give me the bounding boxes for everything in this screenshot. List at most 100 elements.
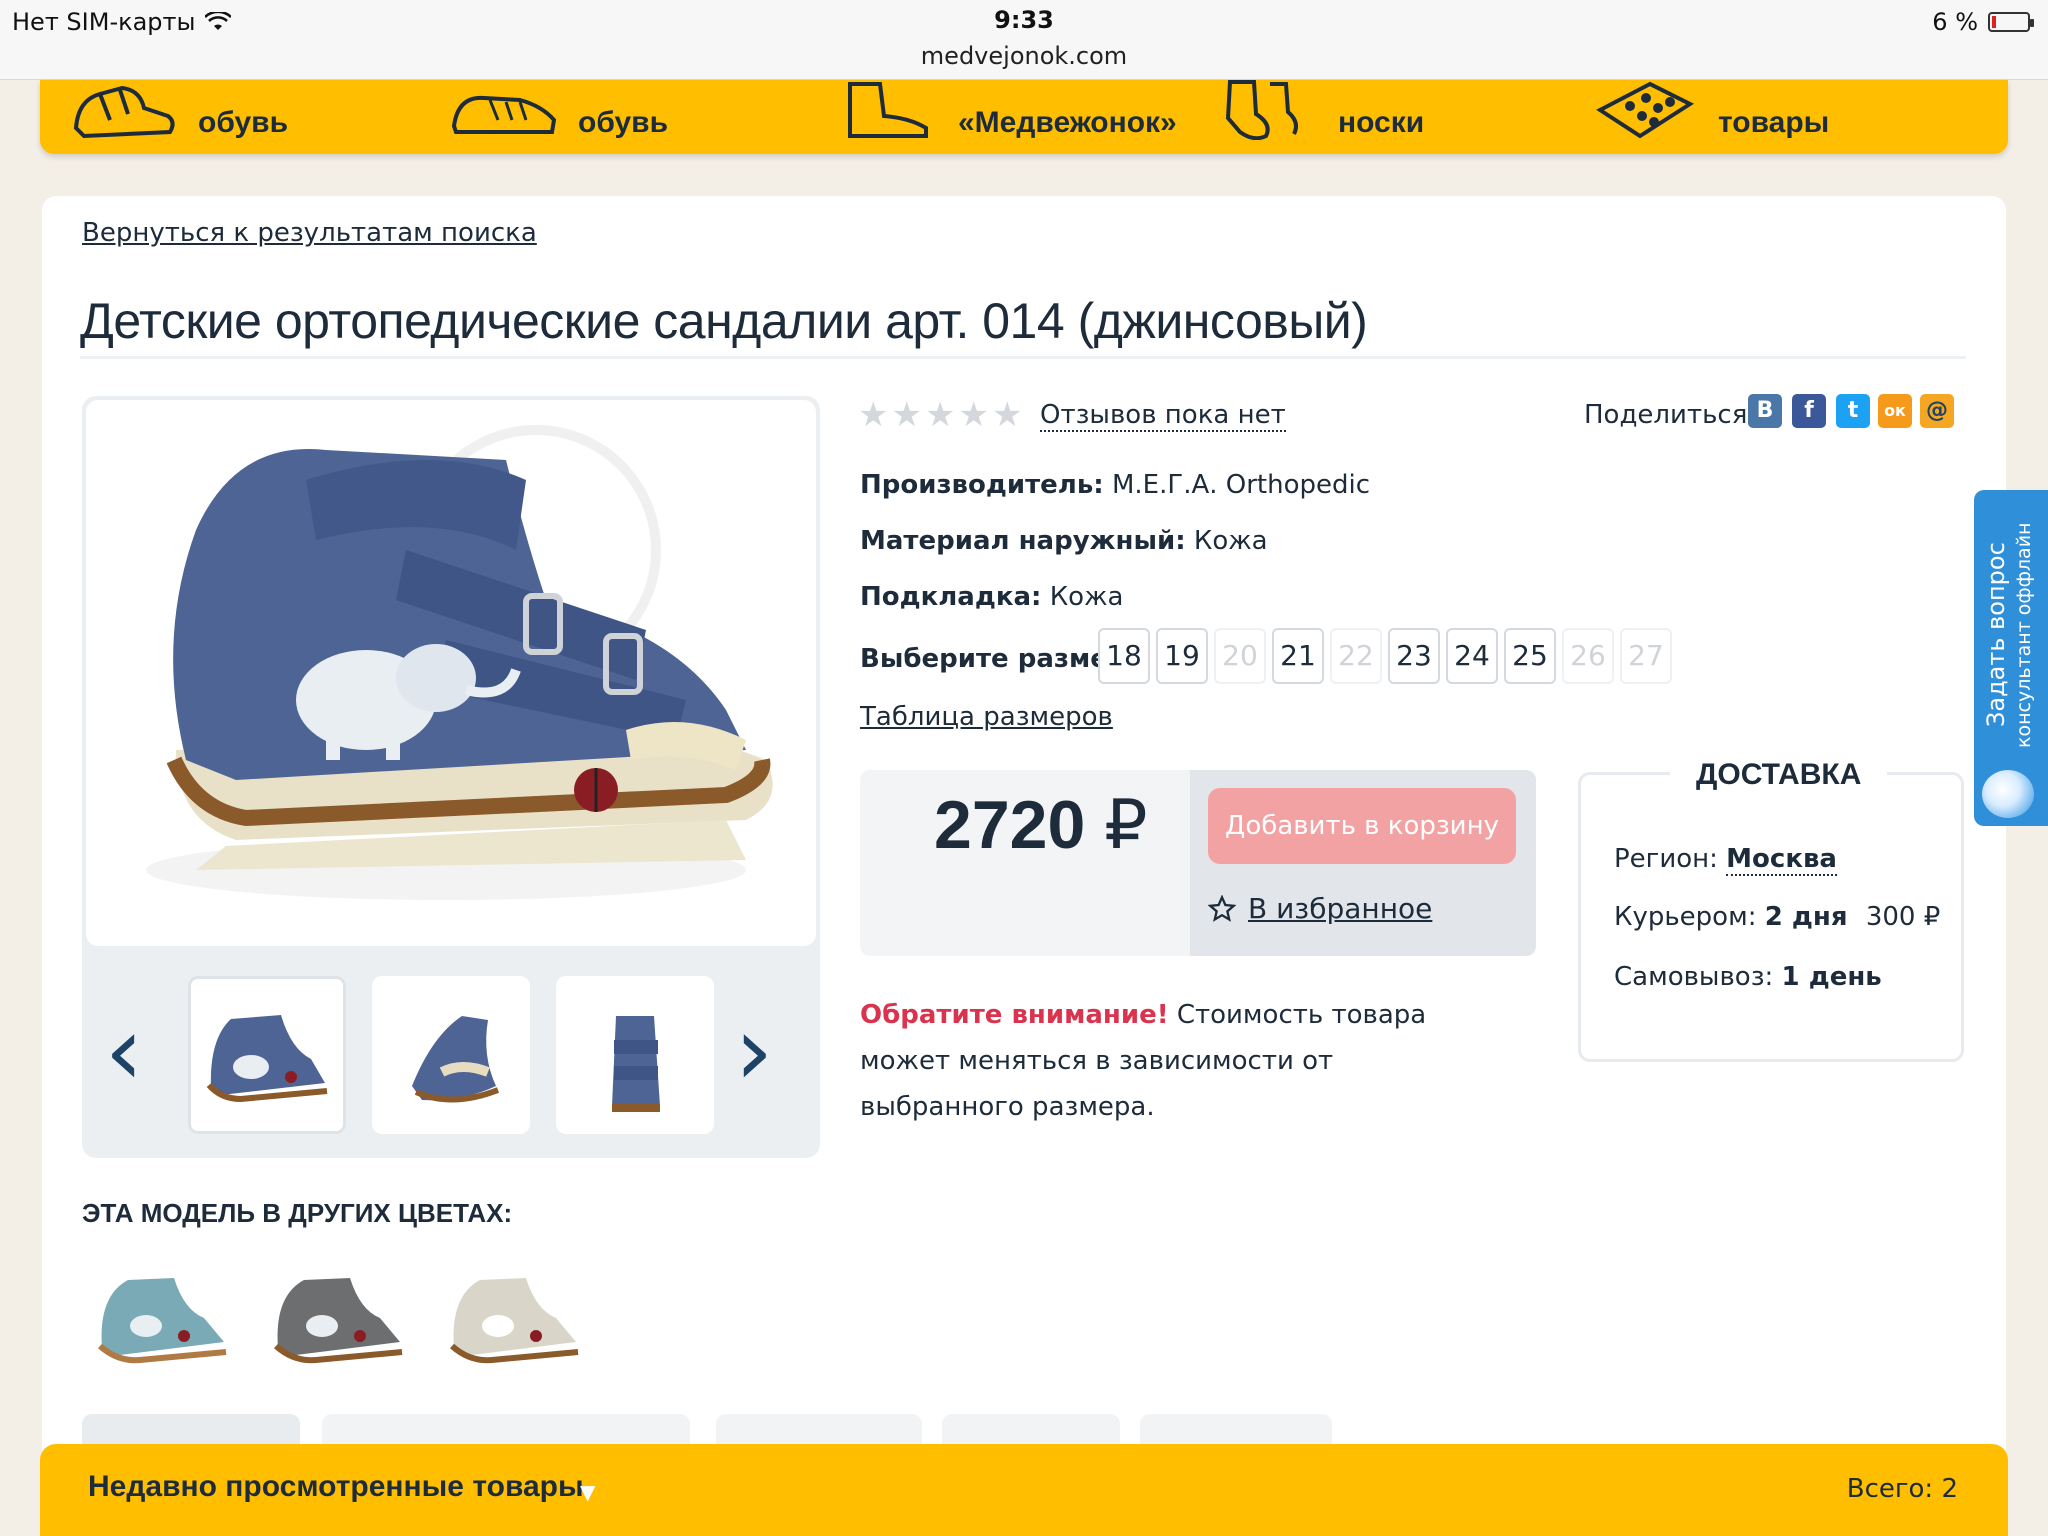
add-to-favorites-link[interactable]: В избранное xyxy=(1208,892,1432,925)
title-divider xyxy=(80,356,1966,359)
sandal-photo xyxy=(146,425,773,900)
variant-image xyxy=(98,1278,227,1364)
size-option[interactable]: 21 xyxy=(1272,628,1324,684)
star-outline-icon xyxy=(1208,894,1236,922)
share-label: Поделиться xyxy=(1584,400,1748,430)
star-icon: ★ xyxy=(924,395,956,435)
battery-label: 6 % xyxy=(1932,8,1978,36)
main-product-image[interactable] xyxy=(86,400,816,946)
category-item-5[interactable]: товары xyxy=(1590,80,1829,154)
pickup-label: Самовывоз: xyxy=(1614,962,1774,992)
ask-question-subtitle: консультант оффлайн xyxy=(2013,522,2035,748)
back-to-results-link[interactable]: Вернуться к результатам поиска xyxy=(82,218,537,248)
other-colors-heading: ЭТА МОДЕЛЬ В ДРУГИХ ЦВЕТАХ: xyxy=(82,1198,513,1228)
size-option[interactable]: 24 xyxy=(1446,628,1498,684)
currency-sign: ₽ xyxy=(1104,787,1148,863)
outer-material-value: Кожа xyxy=(1193,526,1268,556)
recently-viewed-toggle[interactable]: Недавно просмотренные товары xyxy=(88,1470,584,1504)
category-label: товары xyxy=(1718,106,1830,139)
pickup-days: 1 день xyxy=(1781,962,1882,992)
gallery-thumbnail-1[interactable] xyxy=(188,976,346,1134)
lining-label: Подкладка: xyxy=(860,582,1042,612)
category-label: обувь xyxy=(198,106,289,139)
manufacturer-label: Производитель: xyxy=(860,470,1104,500)
gallery-next-button[interactable]: › xyxy=(734,996,774,1106)
facebook-icon[interactable]: f xyxy=(1792,394,1826,428)
boot-icon xyxy=(848,82,928,138)
socks-icon xyxy=(1225,80,1298,140)
battery-icon xyxy=(1988,12,2034,32)
ask-question-tab[interactable]: Задать вопрос консультант оффлайн xyxy=(1974,490,2048,826)
product-gallery: ‹ › xyxy=(82,396,820,1158)
address-bar[interactable]: medvejonok.com xyxy=(0,42,2048,70)
region-label: Регион: xyxy=(1614,844,1718,874)
recently-viewed-count: Всего: 2 xyxy=(1846,1474,1958,1504)
favorites-label: В избранное xyxy=(1248,892,1433,925)
gallery-prev-button[interactable]: ‹ xyxy=(104,996,144,1106)
courier-price: 300 ₽ xyxy=(1865,902,1941,932)
size-table-link[interactable]: Таблица размеров xyxy=(860,702,1113,732)
delivery-title: ДОСТАВКА xyxy=(1670,758,1888,792)
info-tab-4[interactable] xyxy=(942,1414,1120,1444)
region-select-link[interactable]: Москва xyxy=(1726,844,1837,876)
ask-question-text: Задать вопрос консультант оффлайн xyxy=(1982,500,2042,770)
color-variant-beige[interactable] xyxy=(440,1256,590,1376)
variant-image xyxy=(450,1278,579,1364)
size-option-unavailable: 27 xyxy=(1620,628,1672,684)
category-label: носки xyxy=(1338,106,1425,139)
variant-image xyxy=(274,1278,403,1364)
delivery-pickup-row: Самовывоз: 1 день xyxy=(1614,962,1882,992)
price: 2720 ₽ xyxy=(934,786,1147,865)
mailru-icon[interactable]: @ xyxy=(1920,394,1954,428)
chat-bubble-icon xyxy=(1982,770,2034,818)
lining-value: Кожа xyxy=(1049,582,1124,612)
info-tab-5[interactable] xyxy=(1140,1414,1332,1444)
category-item-4[interactable]: носки xyxy=(1210,80,1424,154)
twitter-icon[interactable]: t xyxy=(1836,394,1870,428)
manufacturer-row: Производитель: М.Е.Г.А. Orthopedic xyxy=(860,470,1370,500)
thumbnail-angle-view xyxy=(412,1016,500,1103)
star-icon: ★ xyxy=(958,395,989,435)
category-label: «Медвежонок» xyxy=(958,106,1177,139)
star-icon: ★ xyxy=(891,395,922,435)
odnoklassniki-icon[interactable]: ок xyxy=(1878,394,1912,428)
clock: 9:33 xyxy=(994,6,1054,34)
ask-question-title: Задать вопрос xyxy=(1982,542,2010,728)
size-option[interactable]: 23 xyxy=(1388,628,1440,684)
color-variant-teal[interactable] xyxy=(88,1256,238,1376)
status-bar: Нет SIM-карты 9:33 medvejonok.com 6 % xyxy=(0,0,2048,80)
info-tab-1[interactable] xyxy=(82,1414,300,1444)
lining-row: Подкладка: Кожа xyxy=(860,582,1123,612)
courier-days: 2 дня xyxy=(1764,902,1848,932)
delivery-region-row: Регион: Москва xyxy=(1614,844,1837,876)
size-option[interactable]: 25 xyxy=(1504,628,1556,684)
reviews-link[interactable]: Отзывов пока нет xyxy=(1040,400,1286,432)
massage-mat-icon xyxy=(1596,81,1695,139)
size-option[interactable]: 19 xyxy=(1156,628,1208,684)
star-icon: ★ xyxy=(858,395,889,435)
vk-icon[interactable]: В xyxy=(1748,394,1782,428)
outer-material-label: Материал наружный: xyxy=(860,526,1186,556)
gallery-thumbnail-2[interactable] xyxy=(372,976,530,1134)
price-value: 2720 xyxy=(934,787,1086,863)
category-item-2[interactable]: обувь xyxy=(450,80,668,154)
info-tab-3[interactable] xyxy=(716,1414,922,1444)
category-item-1[interactable]: обувь xyxy=(70,80,288,154)
notice-emphasis: Обратите внимание! xyxy=(860,1000,1169,1030)
color-variant-grey[interactable] xyxy=(264,1256,414,1376)
size-option[interactable]: 18 xyxy=(1098,628,1150,684)
category-item-3[interactable]: «Медвежонок» xyxy=(830,80,1177,154)
manufacturer-value: М.Е.Г.А. Orthopedic xyxy=(1111,470,1371,500)
chevron-down-icon[interactable]: ▼ xyxy=(580,1480,595,1504)
rating-stars: ★ ★ ★ ★ ★ xyxy=(858,398,1022,432)
thumbnail-side-view xyxy=(206,1015,328,1103)
size-option-unavailable: 26 xyxy=(1562,628,1614,684)
size-selector-label-row: Выберите размер: xyxy=(860,644,1137,674)
gallery-thumbnail-3[interactable] xyxy=(556,976,714,1134)
add-to-cart-button[interactable]: Добавить в корзину xyxy=(1208,788,1516,864)
star-icon: ★ xyxy=(991,395,1023,435)
outer-material-row: Материал наружный: Кожа xyxy=(860,526,1268,556)
size-option-unavailable: 22 xyxy=(1330,628,1382,684)
info-tab-2[interactable] xyxy=(322,1414,690,1444)
size-selector-label: Выберите размер: xyxy=(860,644,1137,674)
